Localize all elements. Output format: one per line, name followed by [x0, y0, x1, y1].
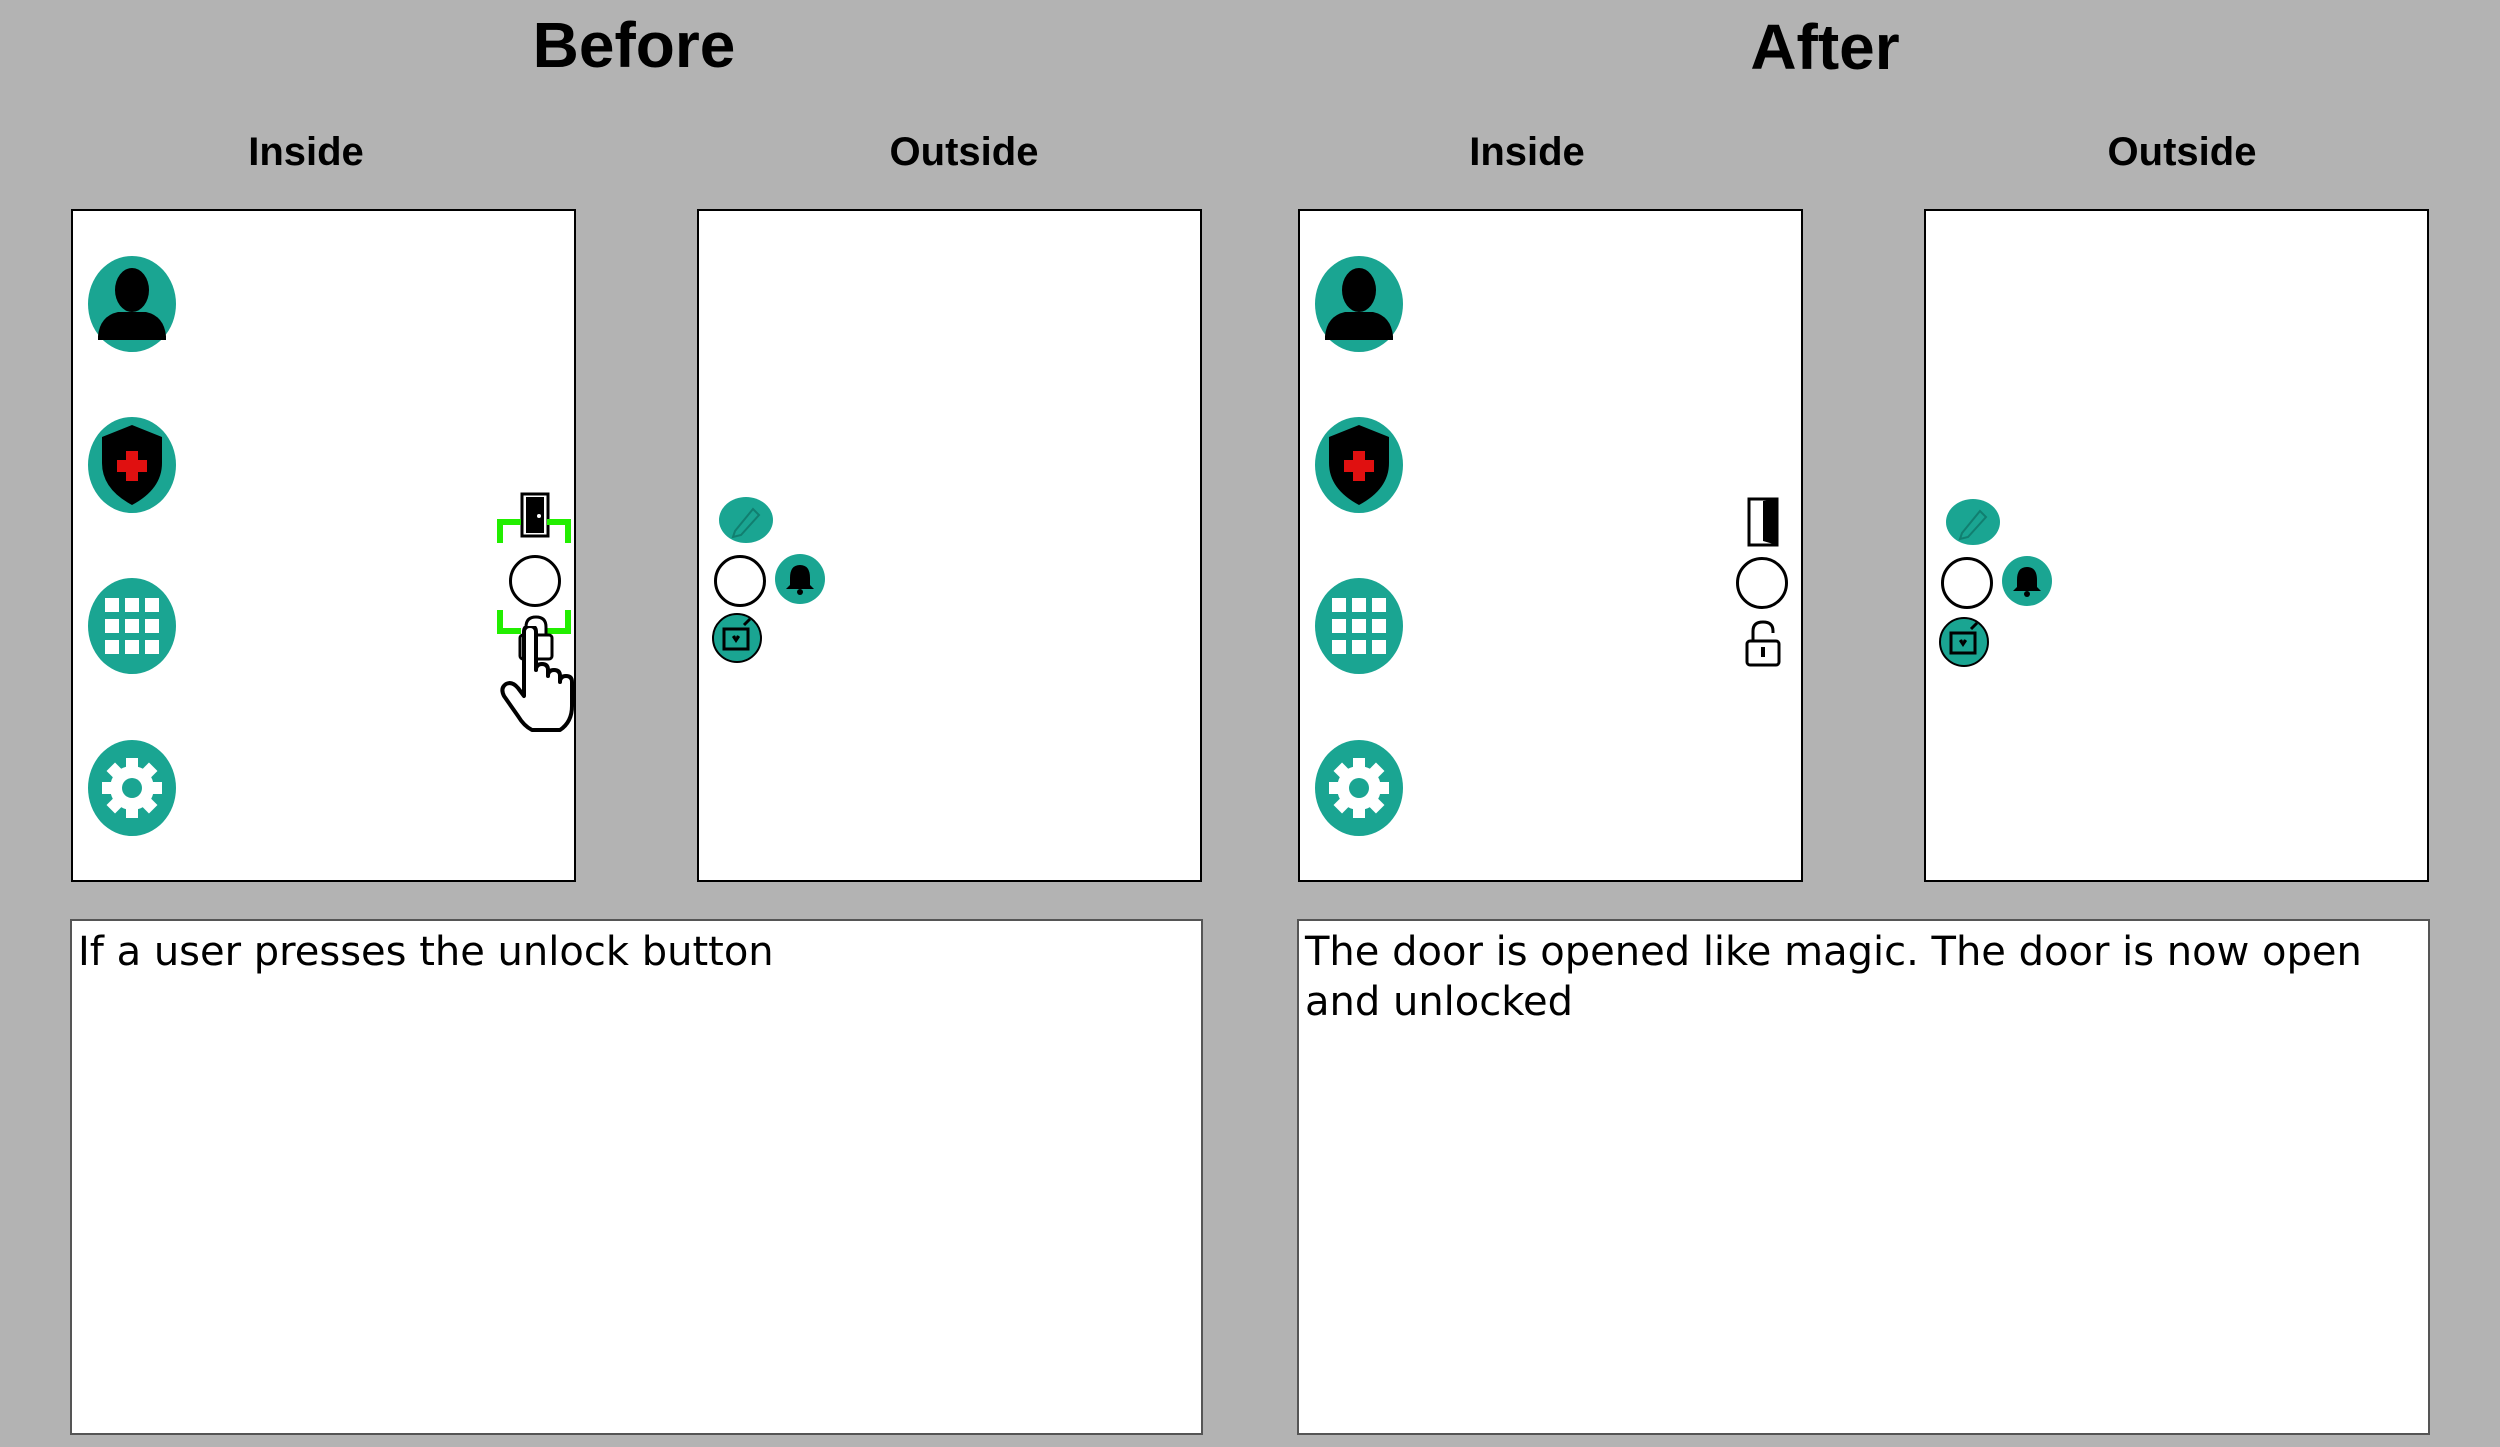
- circle-button-icon[interactable]: [1736, 557, 1788, 609]
- before-heading: Before: [532, 9, 736, 81]
- keypad-icon[interactable]: [1315, 578, 1403, 674]
- settings-icon[interactable]: [88, 740, 176, 836]
- door-open-icon[interactable]: [1745, 497, 1781, 547]
- hand-pointer-icon: [500, 626, 582, 736]
- user-icon[interactable]: [1315, 256, 1403, 352]
- doorbell-button[interactable]: [714, 555, 766, 607]
- shield-medical-icon[interactable]: [88, 417, 176, 513]
- before-inside-panel: [71, 209, 576, 882]
- after-outside-panel: [1924, 209, 2429, 882]
- before-outside-label: Outside: [889, 130, 1039, 174]
- message-icon[interactable]: [712, 613, 762, 663]
- before-outside-panel: [697, 209, 1202, 882]
- circle-button-icon[interactable]: [509, 555, 561, 607]
- after-outside-label: Outside: [2107, 130, 2257, 174]
- user-icon[interactable]: [88, 256, 176, 352]
- doorbell-button[interactable]: [1941, 557, 1993, 609]
- shield-medical-icon[interactable]: [1315, 417, 1403, 513]
- padlock-open-icon[interactable]: [1743, 619, 1783, 669]
- pen-icon[interactable]: [1946, 499, 2000, 545]
- after-heading: After: [1750, 11, 1900, 83]
- message-icon[interactable]: [1939, 617, 1989, 667]
- pen-icon[interactable]: [719, 497, 773, 543]
- bell-icon[interactable]: [775, 554, 825, 604]
- after-inside-panel: [1298, 209, 1803, 882]
- settings-icon[interactable]: [1315, 740, 1403, 836]
- after-description: The door is opened like magic. The door …: [1297, 919, 2430, 1435]
- before-description: If a user presses the unlock button: [70, 919, 1203, 1435]
- before-inside-label: Inside: [248, 130, 364, 174]
- after-inside-label: Inside: [1469, 130, 1585, 174]
- keypad-icon[interactable]: [88, 578, 176, 674]
- bell-icon[interactable]: [2002, 556, 2052, 606]
